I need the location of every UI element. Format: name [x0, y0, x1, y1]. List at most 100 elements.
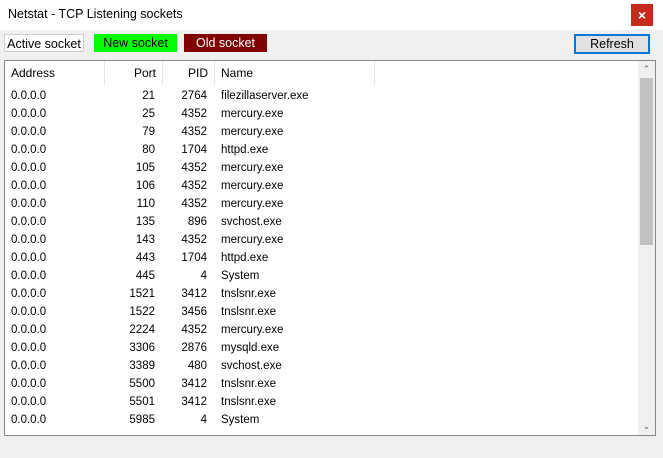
refresh-button[interactable]: Refresh [574, 34, 650, 54]
cell-pid: 4352 [181, 324, 207, 336]
table-row[interactable]: 0.0.0.0 445 4 System [5, 267, 638, 285]
status-bar [0, 440, 663, 458]
table-row[interactable]: 0.0.0.0 143 4352 mercury.exe [5, 231, 638, 249]
cell-name: filezillaserver.exe [221, 90, 309, 102]
table-row[interactable]: 0.0.0.0 1522 3456 tnslsnr.exe [5, 303, 638, 321]
legend-old-socket: Old socket [184, 34, 267, 52]
cell-name: mercury.exe [221, 324, 284, 336]
close-button[interactable]: × [631, 4, 653, 26]
cell-pid: 3412 [181, 396, 207, 408]
table-row[interactable]: 0.0.0.0 21 2764 filezillaserver.exe [5, 87, 638, 105]
window-title: Netstat - TCP Listening sockets [8, 7, 183, 21]
cell-pid: 1704 [181, 252, 207, 264]
table-row[interactable]: 0.0.0.0 106 4352 mercury.exe [5, 177, 638, 195]
cell-pid: 4352 [181, 180, 207, 192]
table-row[interactable]: 0.0.0.0 2224 4352 mercury.exe [5, 321, 638, 339]
table-row[interactable]: 0.0.0.0 5501 3412 tnslsnr.exe [5, 393, 638, 411]
cell-name: mercury.exe [221, 108, 284, 120]
cell-name: svchost.exe [221, 216, 282, 228]
socket-list[interactable]: Address Port PID Name 0.0.0.0 21 2764 filez… [4, 60, 656, 436]
column-header-address[interactable]: Address [5, 61, 105, 85]
cell-port: 21 [142, 90, 155, 102]
cell-address: 0.0.0.0 [11, 216, 47, 228]
cell-port: 79 [142, 126, 155, 138]
cell-port: 80 [142, 144, 155, 156]
table-row[interactable]: 0.0.0.0 135 896 svchost.exe [5, 213, 638, 231]
cell-name: mercury.exe [221, 198, 284, 210]
vertical-scrollbar[interactable]: ⌃ ⌄ [638, 61, 655, 435]
column-header-port[interactable]: Port [105, 61, 163, 85]
cell-address: 0.0.0.0 [11, 234, 47, 246]
cell-pid: 1704 [181, 144, 207, 156]
table-row[interactable]: 0.0.0.0 443 1704 httpd.exe [5, 249, 638, 267]
cell-name: tnslsnr.exe [221, 396, 276, 408]
list-rows: 0.0.0.0 21 2764 filezillaserver.exe 0.0.0.0 2… [5, 87, 638, 429]
table-row[interactable]: 0.0.0.0 5500 3412 tnslsnr.exe [5, 375, 638, 393]
cell-port: 5985 [129, 414, 155, 426]
list-header: Address Port PID Name [5, 61, 638, 85]
cell-port: 25 [142, 108, 155, 120]
column-header-pid[interactable]: PID [163, 61, 215, 85]
cell-name: mercury.exe [221, 180, 284, 192]
cell-port: 1521 [129, 288, 155, 300]
cell-name: mysqld.exe [221, 342, 280, 354]
title-bar: Netstat - TCP Listening sockets × [0, 0, 663, 30]
cell-port: 5501 [129, 396, 155, 408]
cell-address: 0.0.0.0 [11, 396, 47, 408]
scroll-down-icon[interactable]: ⌄ [638, 418, 655, 435]
cell-name: mercury.exe [221, 234, 284, 246]
cell-port: 3389 [129, 360, 155, 372]
cell-pid: 2764 [181, 90, 207, 102]
cell-pid: 896 [187, 216, 207, 228]
cell-name: System [221, 270, 260, 282]
table-row[interactable]: 0.0.0.0 3306 2876 mysqld.exe [5, 339, 638, 357]
cell-pid: 4352 [181, 162, 207, 174]
cell-address: 0.0.0.0 [11, 324, 47, 336]
cell-address: 0.0.0.0 [11, 360, 47, 372]
cell-address: 0.0.0.0 [11, 126, 47, 138]
cell-pid: 4352 [181, 234, 207, 246]
table-row[interactable]: 0.0.0.0 105 4352 mercury.exe [5, 159, 638, 177]
table-row[interactable]: 0.0.0.0 79 4352 mercury.exe [5, 123, 638, 141]
cell-port: 443 [135, 252, 155, 264]
cell-address: 0.0.0.0 [11, 342, 47, 354]
cell-name: System [221, 414, 260, 426]
cell-pid: 3456 [181, 306, 207, 318]
cell-address: 0.0.0.0 [11, 162, 47, 174]
column-header-name[interactable]: Name [215, 61, 375, 85]
cell-address: 0.0.0.0 [11, 90, 47, 102]
cell-port: 106 [135, 180, 155, 192]
cell-address: 0.0.0.0 [11, 144, 47, 156]
cell-name: mercury.exe [221, 126, 284, 138]
legend-new-socket: New socket [94, 34, 177, 52]
cell-name: httpd.exe [221, 144, 269, 156]
cell-pid: 4352 [181, 108, 207, 120]
table-row[interactable]: 0.0.0.0 25 4352 mercury.exe [5, 105, 638, 123]
cell-name: tnslsnr.exe [221, 288, 276, 300]
cell-address: 0.0.0.0 [11, 252, 47, 264]
scroll-thumb[interactable] [640, 78, 653, 245]
cell-port: 110 [136, 198, 155, 210]
table-row[interactable]: 0.0.0.0 3389 480 svchost.exe [5, 357, 638, 375]
cell-port: 445 [135, 270, 155, 282]
table-row[interactable]: 0.0.0.0 110 4352 mercury.exe [5, 195, 638, 213]
cell-pid: 3412 [181, 378, 207, 390]
table-row[interactable]: 0.0.0.0 1521 3412 tnslsnr.exe [5, 285, 638, 303]
cell-address: 0.0.0.0 [11, 306, 47, 318]
cell-port: 1522 [129, 306, 155, 318]
cell-port: 105 [135, 162, 155, 174]
cell-pid: 2876 [181, 342, 207, 354]
cell-address: 0.0.0.0 [11, 180, 47, 192]
cell-address: 0.0.0.0 [11, 198, 47, 210]
cell-port: 3306 [129, 342, 155, 354]
cell-name: svchost.exe [221, 360, 282, 372]
cell-port: 143 [135, 234, 155, 246]
legend-active-socket: Active socket [4, 34, 84, 52]
cell-address: 0.0.0.0 [11, 288, 47, 300]
cell-pid: 480 [187, 360, 207, 372]
table-row[interactable]: 0.0.0.0 5985 4 System [5, 411, 638, 429]
cell-pid: 4 [200, 270, 207, 282]
table-row[interactable]: 0.0.0.0 80 1704 httpd.exe [5, 141, 638, 159]
cell-name: httpd.exe [221, 252, 269, 264]
scroll-up-icon[interactable]: ⌃ [638, 61, 655, 78]
